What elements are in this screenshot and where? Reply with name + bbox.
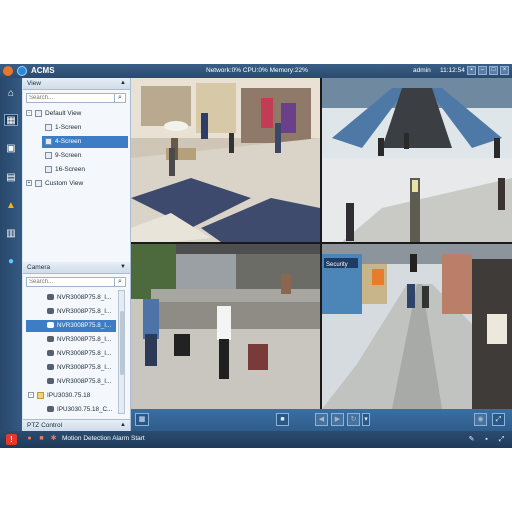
- camera-icon: [47, 406, 54, 413]
- acms-logo-icon: [17, 66, 27, 76]
- home-icon[interactable]: ⌂: [4, 88, 18, 100]
- log-icon[interactable]: ▥: [4, 228, 18, 240]
- collapse-icon[interactable]: -: [26, 110, 32, 117]
- cycle-dropdown-icon[interactable]: ▾: [362, 413, 370, 426]
- camera-item[interactable]: NVR3008P75.8_I...: [47, 334, 117, 346]
- video-tile-1[interactable]: [131, 78, 320, 242]
- live-view-toolbar: ▦ ■ ◀ ▶ ↻ ▾ ◉ ⤢: [131, 409, 512, 431]
- view-folder-icon: [35, 109, 42, 117]
- layout-switch-icon[interactable]: ▦: [135, 413, 149, 426]
- search-icon[interactable]: ⌕: [114, 278, 125, 286]
- camera-item[interactable]: NVR3008P75.8_I...: [47, 348, 117, 360]
- camera-item[interactable]: NVR3008P75.8_I...: [47, 376, 117, 388]
- ptz-panel-title: PTZ Control: [27, 422, 63, 429]
- folder-icon: [37, 391, 44, 399]
- camera-search[interactable]: ⌕: [26, 277, 126, 287]
- device-item[interactable]: - IPU3030.75.18: [28, 390, 90, 402]
- security-sign-text: Security: [326, 262, 348, 268]
- chevron-down-icon[interactable]: ▼: [116, 262, 126, 273]
- alarm-message[interactable]: Motion Detection Alarm Start: [62, 435, 145, 442]
- minimize-icon[interactable]: –: [478, 66, 487, 75]
- layout-icon: [45, 165, 52, 173]
- tamper-icon[interactable]: ✱: [49, 435, 58, 443]
- camera-item[interactable]: NVR3008P75.8_I...: [47, 362, 117, 374]
- camera-icon: [47, 378, 54, 385]
- camera-icon: [47, 294, 54, 301]
- alarm-warning-icon[interactable]: ▲: [4, 200, 18, 212]
- chevron-up-icon[interactable]: ▲: [116, 78, 126, 89]
- video-tile-3[interactable]: [131, 244, 320, 409]
- live-view-icon[interactable]: ▦: [4, 114, 18, 126]
- storage-icon[interactable]: ▤: [4, 172, 18, 184]
- playback-icon[interactable]: ▣: [4, 143, 18, 155]
- stop-all-icon[interactable]: ■: [276, 413, 289, 426]
- camera-panel-title: Camera: [27, 264, 51, 271]
- tree-item-1-screen[interactable]: 1-Screen: [45, 122, 81, 134]
- video-tile-2[interactable]: [322, 78, 512, 242]
- snapshot-icon[interactable]: ◉: [474, 413, 487, 426]
- chevron-up-icon[interactable]: ▲: [116, 420, 126, 431]
- view-search[interactable]: ⌕: [26, 93, 126, 103]
- collapse-icon[interactable]: -: [28, 392, 34, 399]
- maximize-icon[interactable]: □: [489, 66, 498, 75]
- camera-panel-header[interactable]: Camera ▼: [23, 262, 130, 274]
- system-status: Network:0% CPU:0% Memory:22%: [206, 67, 308, 74]
- video-tile-4[interactable]: Security: [322, 244, 512, 409]
- pin-icon[interactable]: ✎: [467, 435, 476, 444]
- tree-item-custom-view[interactable]: + Custom View: [26, 178, 83, 190]
- video-loss-icon[interactable]: ■: [37, 435, 46, 443]
- camera-icon: [47, 364, 54, 371]
- mall-video-feed: [131, 78, 320, 242]
- module-rail: ⌂ ▦ ▣ ▤ ▲ ▥ ●: [0, 78, 22, 431]
- grid-divider: [131, 242, 512, 244]
- camera-item[interactable]: NVR3008P75.8_I...: [47, 306, 117, 318]
- settings-icon[interactable]: ●: [4, 256, 18, 268]
- previous-page-icon[interactable]: ◀: [315, 413, 328, 426]
- app-menu-icon[interactable]: [3, 66, 13, 76]
- camera-item[interactable]: IPU3030.75.18_C...: [47, 404, 117, 416]
- cycle-icon[interactable]: ↻: [347, 413, 360, 426]
- camera-item-selected[interactable]: NVR3008P75.8_I...: [26, 320, 116, 332]
- camera-icon: [47, 350, 54, 357]
- camera-icon: [47, 308, 54, 315]
- current-user[interactable]: admin: [413, 67, 431, 74]
- tree-item-default-view[interactable]: - Default View: [26, 108, 81, 120]
- camera-icon: [47, 336, 54, 343]
- view-folder-icon: [35, 179, 42, 187]
- corridor-video-feed: Security: [322, 244, 512, 409]
- tree-item-4-screen[interactable]: 4-Screen: [42, 136, 128, 148]
- view-panel-header[interactable]: View ▲: [23, 78, 130, 90]
- tree-item-16-screen[interactable]: 16-Screen: [45, 164, 85, 176]
- view-search-input[interactable]: [27, 94, 111, 102]
- escalator-video-feed: [322, 78, 512, 242]
- video-grid: Security: [131, 78, 512, 409]
- layout-icon: [45, 151, 52, 159]
- expand-icon[interactable]: +: [26, 180, 32, 187]
- next-page-icon[interactable]: ▶: [331, 413, 344, 426]
- expand-icon[interactable]: ⤢: [497, 435, 506, 444]
- app-title: ACMS: [31, 66, 55, 75]
- lock-icon[interactable]: ▪: [467, 66, 476, 75]
- close-icon[interactable]: ×: [500, 66, 509, 75]
- search-icon[interactable]: ⌕: [114, 94, 125, 102]
- travelers-video-feed: [131, 244, 320, 409]
- resource-panel: View ▲ ⌕ -Default View 1-Screen 4-Screen…: [23, 78, 131, 432]
- tree-item-9-screen[interactable]: 9-Screen: [45, 150, 81, 162]
- camera-icon: [47, 322, 54, 329]
- alarm-icon[interactable]: !: [6, 434, 17, 445]
- view-panel-title: View: [27, 80, 41, 87]
- restore-icon[interactable]: ▪: [482, 435, 491, 444]
- scrollbar-thumb[interactable]: [120, 311, 124, 375]
- acms-window: ACMS Network:0% CPU:0% Memory:22% admin …: [0, 64, 512, 448]
- camera-list-scrollbar[interactable]: [118, 290, 125, 414]
- fullscreen-icon[interactable]: ⤢: [492, 413, 505, 426]
- clock: 11:12:54: [440, 67, 465, 74]
- record-icon[interactable]: ●: [25, 435, 34, 443]
- layout-icon: [45, 137, 52, 145]
- layout-icon: [45, 123, 52, 131]
- camera-search-input[interactable]: [27, 278, 111, 286]
- title-bar: ACMS Network:0% CPU:0% Memory:22% admin …: [0, 64, 512, 78]
- status-bar: ! ● ■ ✱ Motion Detection Alarm Start ✎ ▪…: [0, 431, 512, 448]
- camera-item[interactable]: NVR3008P75.8_I...: [47, 292, 117, 304]
